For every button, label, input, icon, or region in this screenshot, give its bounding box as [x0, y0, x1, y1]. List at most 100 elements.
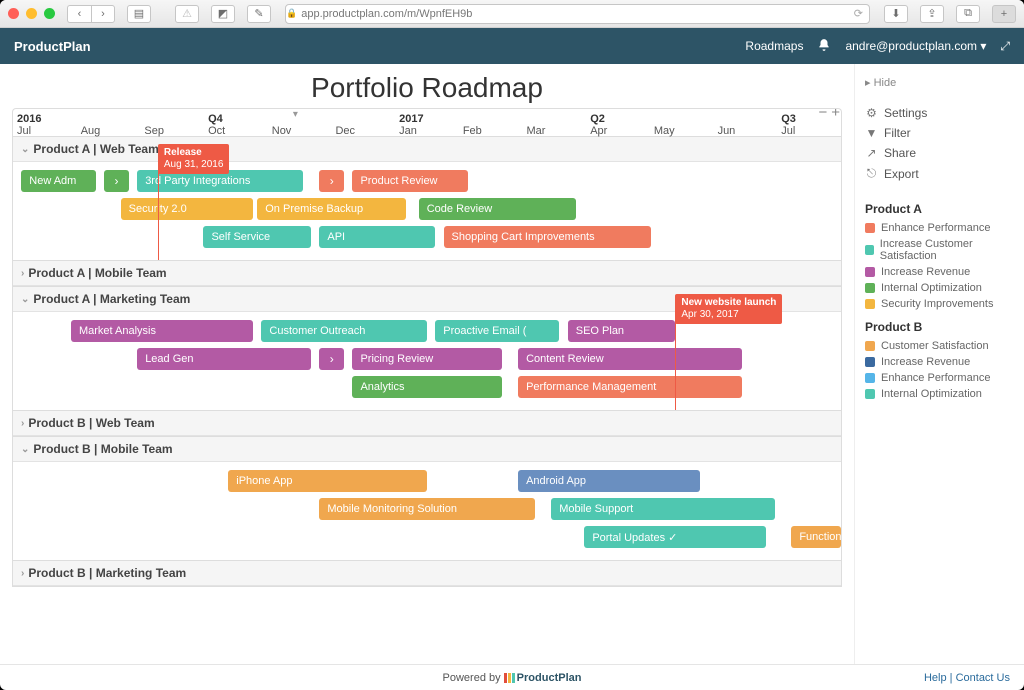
filter-menu-item[interactable]: ▼Filter [865, 123, 1014, 143]
timeline-marker-icon: ▾ [293, 109, 298, 120]
legend-item[interactable]: Customer Satisfaction [865, 338, 1014, 354]
user-menu[interactable]: andre@productplan.com ▾ [845, 39, 986, 53]
legend-item[interactable]: Internal Optimization [865, 386, 1014, 402]
legend-label: Internal Optimization [881, 282, 982, 294]
lane-header[interactable]: ⌄Product B | Mobile Team [13, 437, 841, 462]
lane: › Product A | Mobile Team [12, 260, 842, 287]
warning-icon[interactable]: ⚠ [175, 5, 199, 23]
legend-item[interactable]: Increase Customer Satisfaction [865, 236, 1014, 264]
legend-item[interactable]: Enhance Performance [865, 370, 1014, 386]
lane-header[interactable]: ⌄Product A | Web Team [13, 137, 841, 162]
legend-label: Increase Revenue [881, 266, 970, 278]
roadmap-bar[interactable]: Code Review [419, 198, 576, 220]
legend-label: Increase Revenue [881, 356, 970, 368]
milestone-label[interactable]: New website launchApr 30, 2017 [675, 294, 782, 324]
roadmap-bar[interactable]: iPhone App [228, 470, 427, 492]
hide-sidebar-button[interactable]: ▸ Hide [865, 76, 1014, 89]
chevron-icon: ⌄ [21, 144, 29, 155]
legend-item[interactable]: Internal Optimization [865, 280, 1014, 296]
lane: › Product B | Web Team [12, 410, 842, 437]
roadmap-bar[interactable]: API [319, 226, 435, 248]
dependency-arrow[interactable]: › [319, 348, 344, 370]
wand-icon[interactable]: ✎ [247, 5, 271, 23]
legend-label: Internal Optimization [881, 388, 982, 400]
minimize-window-button[interactable] [26, 8, 37, 19]
back-button[interactable]: ‹ [67, 5, 91, 23]
roadmap-bar[interactable]: Mobile Monitoring Solution [319, 498, 534, 520]
dependency-arrow[interactable]: › [319, 170, 344, 192]
legend-item[interactable]: Enhance Performance [865, 220, 1014, 236]
lane-title: Product B | Mobile Team [33, 442, 172, 456]
roadmap-bar[interactable]: Security 2.0 [121, 198, 253, 220]
fullscreen-icon[interactable]: ⤢ [1000, 39, 1010, 54]
right-sidebar: ▸ Hide ⚙Settings ▼Filter ↗Share ⎋Export … [854, 64, 1024, 664]
brand-logo[interactable]: ProductPlan [14, 39, 91, 54]
lane-header[interactable]: › Product A | Mobile Team [13, 261, 841, 286]
resize-icon[interactable]: ◩ [211, 5, 235, 23]
help-link[interactable]: Help [924, 672, 947, 684]
roadmap-bar[interactable]: Product Review [352, 170, 468, 192]
reload-icon[interactable]: ⟳ [854, 7, 863, 20]
content-area: Portfolio Roadmap − + 2016Q42017Q2Q3JulA… [0, 64, 1024, 664]
roadmap-bar[interactable]: Analytics [352, 376, 501, 398]
share-button[interactable]: ⇪ [920, 5, 944, 23]
lane-title: Product B | Web Team [28, 416, 154, 430]
share-menu-item[interactable]: ↗Share [865, 143, 1014, 163]
app-window: ‹ › ▤ ⚠ ◩ ✎ 🔒 app.productplan.com/m/Wpnf… [0, 0, 1024, 690]
export-menu-item[interactable]: ⎋Export [865, 163, 1014, 184]
roadmap-bar[interactable]: New Adm [21, 170, 96, 192]
roadmap-bar[interactable]: Portal Updates ✓ [584, 526, 766, 548]
close-window-button[interactable] [8, 8, 19, 19]
roadmap-bar[interactable]: Android App [518, 470, 700, 492]
legend-swatch [865, 283, 875, 293]
legend-item[interactable]: Increase Revenue [865, 264, 1014, 280]
download-button[interactable]: ⬇ [884, 5, 908, 23]
chevron-icon: › [21, 418, 24, 429]
sidebar-toggle-button[interactable]: ▤ [127, 5, 151, 23]
lane-header[interactable]: ›Product B | Marketing Team [13, 561, 841, 586]
roadmap-bar[interactable]: On Premise Backup [257, 198, 406, 220]
productplan-logo[interactable]: ProductPlan [504, 672, 582, 684]
roadmap-bar[interactable]: Function [791, 526, 841, 548]
lane-body: Market Analysis Customer Outreach Proactiv… [13, 312, 841, 410]
dependency-arrow[interactable]: › [104, 170, 129, 192]
legend-label: Increase Customer Satisfaction [880, 238, 1014, 262]
contact-link[interactable]: Contact Us [956, 672, 1010, 684]
legend-title: Product B [865, 320, 1014, 334]
lane-title: Product A | Marketing Team [33, 292, 190, 306]
roadmap-bar[interactable]: Mobile Support [551, 498, 775, 520]
maximize-window-button[interactable] [44, 8, 55, 19]
lane-body: New Adm›3rd Party Integrations›Product R… [13, 162, 841, 260]
chevron-icon: › [21, 268, 24, 279]
share-icon: ↗ [865, 146, 878, 160]
legend-item[interactable]: Increase Revenue [865, 354, 1014, 370]
roadmap-bar[interactable]: Pricing Review [352, 348, 501, 370]
lane: ›Product B | Marketing Team [12, 560, 842, 587]
window-controls [8, 8, 55, 19]
lanes-container: ⌄Product A | Web TeamNew Adm›3rd Party I… [12, 136, 842, 587]
roadmap-bar[interactable]: Market Analysis [71, 320, 253, 342]
legend-swatch [865, 389, 875, 399]
roadmap-bar[interactable]: Content Review [518, 348, 742, 370]
notifications-icon[interactable] [817, 38, 831, 55]
roadmap-bar[interactable]: Self Service [203, 226, 311, 248]
roadmap-bar[interactable]: Performance Management [518, 376, 742, 398]
roadmap-bar[interactable]: Shopping Cart Improvements [444, 226, 651, 248]
roadmap-bar[interactable]: SEO Plan [568, 320, 676, 342]
roadmap-bar[interactable]: Lead Gen [137, 348, 311, 370]
url-bar[interactable]: 🔒 app.productplan.com/m/WpnfEH9b ⟳ [285, 4, 870, 24]
lane-title: Product A | Mobile Team [28, 266, 166, 280]
tabs-button[interactable]: ⧉ [956, 5, 980, 23]
legend-swatch [865, 245, 874, 255]
roadmap-bar[interactable]: Customer Outreach [261, 320, 427, 342]
lane-header[interactable]: › Product B | Web Team [13, 411, 841, 436]
roadmap-bar[interactable]: Proactive Email ( [435, 320, 559, 342]
new-tab-button[interactable]: + [992, 5, 1016, 23]
nav-roadmaps[interactable]: Roadmaps [745, 39, 803, 53]
timeline-header: 2016Q42017Q2Q3JulAugSepOctNovDecJanFebMa… [12, 108, 842, 137]
settings-menu-item[interactable]: ⚙Settings [865, 103, 1014, 123]
export-icon: ⎋ [865, 166, 878, 181]
milestone-label[interactable]: ReleaseAug 31, 2016 [158, 144, 230, 174]
legend-item[interactable]: Security Improvements [865, 296, 1014, 312]
forward-button[interactable]: › [91, 5, 115, 23]
